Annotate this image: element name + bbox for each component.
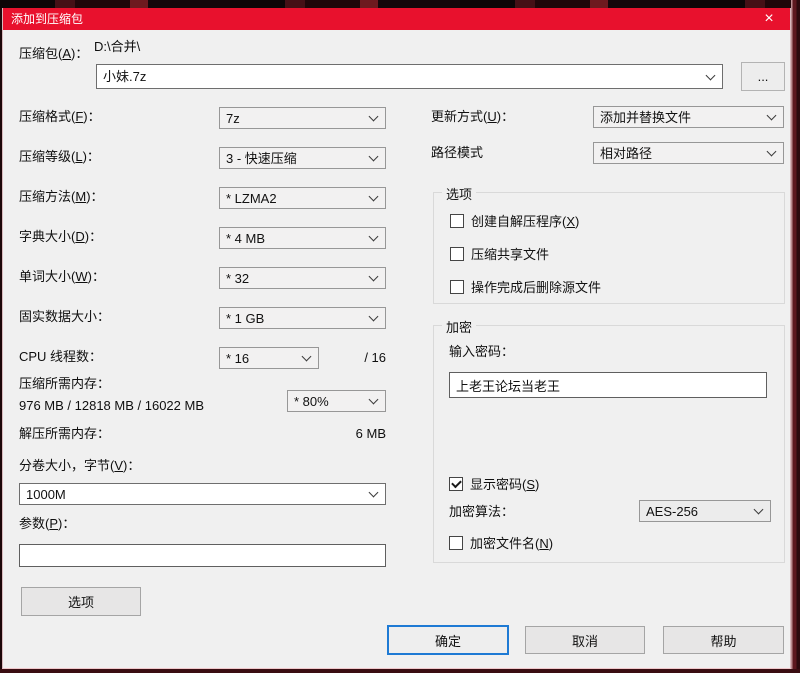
chevron-down-icon [766,146,777,157]
chevron-down-icon [368,271,379,282]
path-mode-select[interactable]: 相对路径 [593,142,784,164]
word-size-label: 单词大小(W)： [19,269,105,284]
chevron-down-icon [368,487,379,498]
path-mode-value: 相对路径 [600,146,653,161]
encryption-group: 加密 输入密码： 显示密码(S) 加密算法： AES-256 加密文件名(N) [433,317,785,563]
chevron-down-icon [368,151,379,162]
checkbox-show-password-label: 显示密码(S) [470,477,540,492]
volume-label: 分卷大小，字节(V)： [19,458,141,473]
solid-block-value: * 1 GB [226,311,265,326]
path-mode-label: 路径模式 [431,145,484,160]
archive-name-combobox[interactable]: 小妹.7z [96,64,723,89]
help-button[interactable]: 帮助 [663,626,784,654]
memory-compress-detail: 976 MB / 12818 MB / 16022 MB [19,398,204,413]
cpu-threads-select[interactable]: * 16 [219,347,319,369]
browse-button[interactable]: ... [741,62,785,91]
checkbox-encrypt-names[interactable]: 加密文件名(N) [449,533,553,552]
dictionary-label: 字典大小(D)： [19,229,103,244]
dictionary-value: * 4 MB [226,231,266,246]
window-title: 添加到压缩包 [11,12,84,26]
chevron-down-icon [766,110,777,121]
method-select[interactable]: * LZMA2 [219,187,386,209]
checkbox-delete-after-label: 操作完成后删除源文件 [471,280,602,295]
cpu-threads-value: * 16 [226,351,250,366]
dictionary-select[interactable]: * 4 MB [219,227,386,249]
ok-button[interactable]: 确定 [387,625,509,655]
chevron-down-icon [368,311,379,322]
titlebar[interactable]: 添加到压缩包 × [3,8,790,30]
cpu-threads-label: CPU 线程数： [19,349,103,364]
level-value: 3 - 快速压缩 [226,151,297,166]
archive-name-value: 小妹.7z [103,69,147,84]
desktop-background-top [0,0,800,8]
format-value: 7z [226,111,240,126]
memory-percent-select[interactable]: * 80% [287,390,386,412]
chevron-down-icon [753,504,764,515]
checkbox-show-password[interactable]: 显示密码(S) [449,474,539,493]
solid-block-select[interactable]: * 1 GB [219,307,386,329]
chevron-down-icon [368,111,379,122]
encryption-group-title: 加密 [442,317,477,336]
encryption-method-label: 加密算法： [449,504,515,519]
encryption-method-value: AES-256 [646,504,699,519]
checkbox-icon[interactable] [449,535,463,550]
encryption-method-select[interactable]: AES-256 [639,500,771,522]
checkbox-shared-files[interactable]: 压缩共享文件 [450,244,549,263]
update-mode-select[interactable]: 添加并替换文件 [593,106,784,128]
format-label: 压缩格式(F)： [19,109,101,124]
archive-path: D:\合并\ [94,39,141,54]
memory-decompress-label: 解压所需内存： [19,426,111,441]
volume-combobox[interactable]: 1000M [19,483,386,505]
add-to-archive-dialog: 添加到压缩包 × 压缩包(A)： D:\合并\ 小妹.7z ... 压缩格式(F… [2,8,791,669]
level-select[interactable]: 3 - 快速压缩 [219,147,386,169]
options-group: 选项 创建自解压程序(X) 压缩共享文件 操作完成后删除源文件 [433,184,785,304]
level-label: 压缩等级(L)： [19,149,100,164]
checkbox-delete-after[interactable]: 操作完成后删除源文件 [450,277,601,296]
memory-decompress-value: 6 MB [355,426,386,441]
word-size-value: * 32 [226,271,250,286]
desktop-background-right [791,0,800,673]
checkbox-create-sfx[interactable]: 创建自解压程序(X) [450,211,579,230]
cancel-button[interactable]: 取消 [525,626,645,654]
options-button[interactable]: 选项 [21,587,141,616]
password-input[interactable] [449,372,767,398]
checkbox-shared-files-label: 压缩共享文件 [471,247,550,262]
chevron-down-icon [705,70,716,80]
checkbox-create-sfx-label: 创建自解压程序(X) [471,214,580,229]
checkbox-icon[interactable] [450,279,464,294]
parameters-label: 参数(P)： [19,516,76,531]
update-mode-label: 更新方式(U)： [431,109,515,124]
update-mode-value: 添加并替换文件 [600,110,692,125]
method-value: * LZMA2 [226,191,277,206]
memory-percent-value: * 80% [294,394,329,409]
checkbox-icon[interactable] [449,476,463,491]
solid-block-label: 固实数据大小： [19,309,111,324]
format-select[interactable]: 7z [219,107,386,129]
parameters-input[interactable] [19,544,386,567]
checkbox-icon[interactable] [450,246,464,261]
password-label: 输入密码： [449,344,515,359]
chevron-down-icon [301,351,312,362]
archive-label: 压缩包(A)： [19,46,89,61]
chevron-down-icon [368,191,379,202]
volume-value: 1000M [26,487,66,502]
cpu-threads-max: / 16 [364,350,386,365]
close-icon[interactable]: × [748,8,790,30]
chevron-down-icon [368,231,379,242]
desktop-background-bottom [0,669,800,673]
chevron-down-icon [368,394,379,405]
checkbox-icon[interactable] [450,213,464,228]
options-group-title: 选项 [442,184,477,203]
checkbox-encrypt-names-label: 加密文件名(N) [470,536,554,551]
memory-compress-label: 压缩所需内存： [19,376,111,391]
word-size-select[interactable]: * 32 [219,267,386,289]
method-label: 压缩方法(M)： [19,189,104,204]
